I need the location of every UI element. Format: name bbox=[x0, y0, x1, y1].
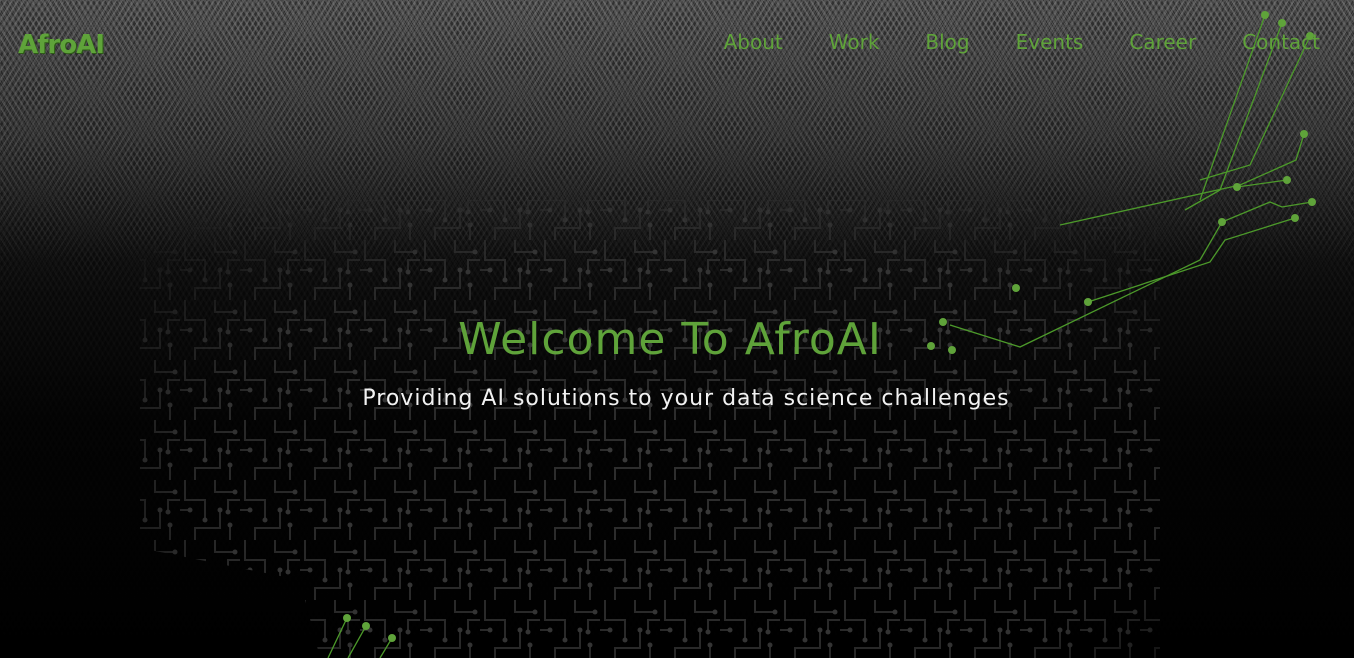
nav-link-contact[interactable]: Contact bbox=[1242, 30, 1320, 54]
hero-title: Welcome To AfroAI bbox=[458, 314, 882, 365]
nav-link-blog[interactable]: Blog bbox=[925, 30, 969, 54]
brand-logo[interactable]: AfroAI bbox=[18, 30, 105, 60]
main-nav: About Work Blog Events Career Contact bbox=[724, 30, 1320, 54]
hero-section: AfroAI About Work Blog Events Career Con… bbox=[0, 0, 1354, 658]
nav-link-career[interactable]: Career bbox=[1129, 30, 1196, 54]
nav-link-events[interactable]: Events bbox=[1016, 30, 1084, 54]
nav-link-work[interactable]: Work bbox=[829, 30, 880, 54]
nav-link-about[interactable]: About bbox=[724, 30, 783, 54]
hero-subtitle: Providing AI solutions to your data scie… bbox=[362, 386, 1010, 411]
